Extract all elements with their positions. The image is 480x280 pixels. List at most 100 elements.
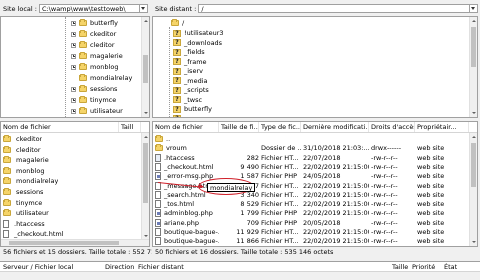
local-tree-item[interactable]: sessions	[71, 84, 117, 94]
local-file-row[interactable]: tinymce	[3, 198, 139, 208]
col-queue-local[interactable]: Serveur / Fichier local	[3, 262, 73, 272]
remote-path-dropdown[interactable]	[470, 4, 478, 13]
local-file-row[interactable]: .htaccess	[3, 219, 139, 229]
remote-file-row[interactable]: boutique-bague-... 11 866 Fichier HT... 22/…	[153, 236, 469, 246]
remote-list-header: Nom de fichier Taille de fi... Type de f…	[153, 122, 477, 133]
expand-toggle[interactable]	[71, 53, 76, 59]
local-file-row[interactable]: magalerie	[3, 155, 139, 165]
expand-toggle[interactable]	[71, 108, 76, 114]
remote-tree-item[interactable]: ? _media	[173, 76, 208, 86]
col-queue-direction[interactable]: Direction	[105, 262, 134, 272]
remote-tree-root[interactable]: /	[163, 18, 184, 28]
folder-icon	[79, 107, 87, 114]
local-file-list[interactable]: Nom de fichier Taill ckeditor cleditor mag…	[0, 121, 150, 247]
expand-toggle[interactable]	[71, 42, 76, 48]
local-file-row[interactable]: sessions	[3, 187, 139, 197]
expand-toggle[interactable]	[71, 86, 76, 92]
remote-tree-item[interactable]: ? _downloads	[173, 38, 222, 48]
remote-status: 50 fichiers et 16 dossiers. Taille total…	[152, 247, 478, 258]
col-remote-owner[interactable]: Propriétair...	[415, 122, 469, 132]
local-path-input[interactable]: C:\wamp\www\testtoweb\	[38, 4, 140, 13]
remote-tree-item[interactable]: ?carp	[173, 114, 198, 117]
local-tree-item[interactable]: mondialrelay	[71, 73, 132, 83]
remote-tree-item[interactable]: ? butterfly	[173, 104, 212, 114]
local-list-hscroll[interactable]	[1, 239, 149, 246]
expand-toggle[interactable]	[71, 76, 76, 81]
expand-toggle[interactable]	[71, 31, 76, 37]
folder-icon	[3, 145, 11, 153]
unknown-folder-icon: ?	[173, 67, 181, 75]
local-tree-item[interactable]: butterfly	[71, 18, 118, 28]
local-tree-item[interactable]: magalerie	[71, 51, 123, 61]
local-file-name: sessions	[16, 188, 44, 196]
local-file-name: magalerie	[16, 156, 49, 165]
local-site-label: Site local :	[3, 4, 37, 13]
col-queue-remote[interactable]: Fichier distant	[138, 262, 184, 272]
unknown-folder-icon: ?	[173, 58, 181, 65]
local-tree-item[interactable]: utilisateur	[71, 106, 123, 116]
remote-tree-item[interactable]: ? _scripts	[173, 85, 209, 95]
remote-tree-item[interactable]: ? _iserv	[173, 66, 203, 76]
local-file-name: tinymce	[16, 198, 43, 207]
local-list-scrollbar[interactable]	[141, 133, 149, 240]
local-tree-item[interactable]: cleditor	[71, 40, 115, 50]
col-queue-state[interactable]: État	[444, 262, 457, 272]
local-file-row[interactable]: _checkout.html	[3, 229, 139, 239]
remote-list-scrollbar[interactable]	[469, 133, 477, 246]
file-icon	[3, 230, 9, 239]
col-remote-size[interactable]: Taille de fi...	[219, 122, 259, 132]
php-file-icon	[155, 172, 161, 181]
local-list-header: Nom de fichier Taill	[1, 122, 149, 133]
local-tree-label: butterfly	[90, 19, 118, 27]
local-tree-label: magalerie	[90, 52, 123, 60]
local-file-row[interactable]: ckeditor	[3, 134, 139, 144]
remote-tree-item[interactable]: ? _fields	[173, 47, 205, 57]
remote-tree-item[interactable]: ? _twsc	[173, 95, 202, 105]
col-queue-size[interactable]: Taille	[392, 262, 408, 272]
folder-icon	[79, 30, 87, 37]
remote-path-input[interactable]: /	[198, 4, 470, 13]
local-tree-scrollbar[interactable]	[141, 17, 149, 117]
local-tree-item[interactable]: monblog	[71, 62, 118, 72]
local-file-name: cleditor	[16, 145, 41, 154]
expand-toggle[interactable]	[71, 20, 76, 26]
folder-icon	[3, 177, 11, 185]
php-file-icon	[155, 209, 161, 218]
folder-icon	[3, 209, 11, 217]
local-site-bar: Site local : C:\wamp\www\testtoweb\	[0, 3, 148, 14]
local-tree-pane[interactable]: butterfly ckeditor cleditor magalerie monblo…	[0, 16, 150, 118]
local-file-row[interactable]: mondialrelay	[3, 176, 139, 186]
local-path-dropdown[interactable]	[140, 4, 148, 13]
remote-cell-size: 11 866	[236, 237, 259, 246]
col-remote-type[interactable]: Type de fic...	[259, 122, 301, 132]
expand-toggle[interactable]	[71, 97, 76, 103]
unknown-folder-icon: ?	[173, 39, 181, 46]
remote-tree-item[interactable]: ? !utilisateur3	[173, 28, 224, 38]
html-file-icon	[155, 162, 161, 171]
remote-tree-label: _frame	[184, 57, 207, 66]
remote-tree-pane[interactable]: / ? !utilisateur3? _downloads? _fields? _fra…	[152, 16, 478, 118]
folder-icon	[79, 74, 87, 81]
remote-tree-scrollbar[interactable]	[469, 17, 477, 117]
col-remote-modified[interactable]: Dernière modificati...	[301, 122, 369, 132]
folder-icon	[79, 96, 87, 103]
local-tree-item[interactable]: tinymce	[71, 95, 116, 105]
col-local-name[interactable]: Nom de fichier	[1, 122, 119, 132]
col-remote-name[interactable]: Nom de fichier	[153, 122, 219, 132]
remote-tree-root-label: /	[182, 19, 185, 27]
col-remote-rights[interactable]: Droits d'accès	[369, 122, 415, 132]
folder-icon	[171, 19, 179, 26]
local-file-row[interactable]: cleditor	[3, 145, 139, 155]
local-file-row[interactable]: utilisateur	[3, 208, 139, 218]
remote-tree-label: _media	[184, 76, 208, 85]
expand-toggle[interactable]	[71, 64, 76, 70]
unknown-folder-icon: ?	[173, 96, 181, 103]
local-file-row[interactable]: monblog	[3, 166, 139, 176]
remote-tree-label: _downloads	[184, 38, 223, 47]
folder-icon	[3, 198, 11, 206]
col-queue-priority[interactable]: Priorité	[412, 262, 435, 272]
col-local-size[interactable]: Taill	[119, 122, 141, 132]
html-file-icon	[155, 190, 161, 199]
remote-tree-item[interactable]: ? _frame	[173, 57, 207, 67]
local-tree-item[interactable]: ckeditor	[71, 29, 116, 39]
